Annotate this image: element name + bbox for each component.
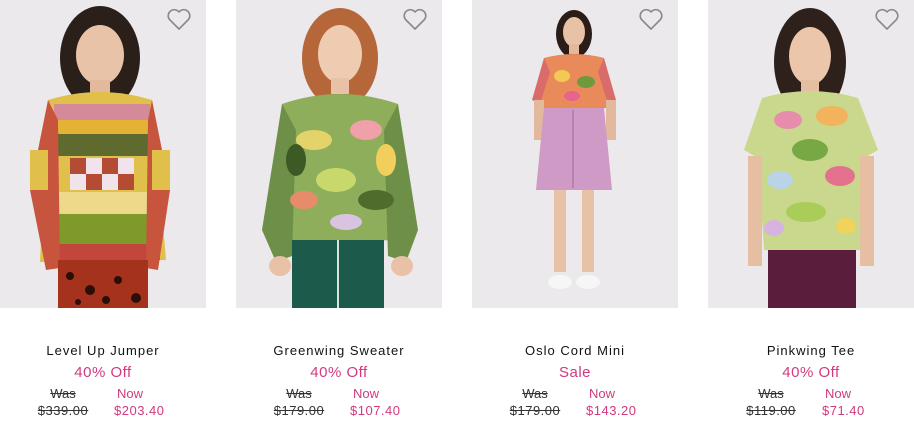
product-image[interactable]	[472, 0, 678, 308]
was-price: $179.00	[509, 403, 561, 418]
price-row: Was $339.00 Now $203.40	[0, 386, 206, 420]
product-name[interactable]: Pinkwing Tee	[708, 343, 914, 358]
was-price: $339.00	[37, 403, 89, 418]
product-name[interactable]: Oslo Cord Mini	[472, 343, 678, 358]
was-label: Was	[522, 386, 548, 401]
was-label: Was	[286, 386, 312, 401]
discount-label: 40% Off	[310, 364, 368, 381]
was-label: Was	[50, 386, 76, 401]
now-label: Now	[589, 386, 616, 401]
now-price: $203.40	[114, 403, 165, 418]
was-label: Was	[758, 386, 784, 401]
wishlist-heart-icon[interactable]	[874, 7, 900, 31]
wishlist-heart-icon[interactable]	[166, 7, 192, 31]
now-label: Now	[825, 386, 852, 401]
now-label: Now	[117, 386, 144, 401]
product-name[interactable]: Level Up Jumper	[0, 343, 206, 358]
price-row: Was $119.00 Now $71.40	[708, 386, 914, 420]
product-image[interactable]	[236, 0, 442, 308]
product-card-oslo-cord-mini[interactable]: Oslo Cord Mini Sale Was $179.00 Now $143…	[472, 0, 678, 422]
now-price: $143.20	[586, 403, 637, 418]
was-price: $179.00	[273, 403, 325, 418]
product-card-pinkwing-tee[interactable]: Pinkwing Tee 40% Off Was $119.00 Now $71…	[708, 0, 914, 422]
product-card-greenwing-sweater[interactable]: Greenwing Sweater 40% Off Was $179.00 No…	[236, 0, 442, 422]
discount-label: 40% Off	[74, 364, 132, 381]
wishlist-heart-icon[interactable]	[402, 7, 428, 31]
was-price: $119.00	[746, 403, 796, 418]
product-image[interactable]	[0, 0, 206, 308]
price-row: Was $179.00 Now $143.20	[472, 386, 678, 420]
wishlist-heart-icon[interactable]	[638, 7, 664, 31]
discount-label: 40% Off	[782, 364, 840, 381]
discount-label: Sale	[558, 364, 592, 381]
product-image[interactable]	[708, 0, 914, 308]
product-grid: Level Up Jumper 40% Off Was $339.00 Now …	[0, 0, 914, 422]
product-card-level-up-jumper[interactable]: Level Up Jumper 40% Off Was $339.00 Now …	[0, 0, 206, 422]
now-price: $107.40	[350, 403, 401, 418]
product-name[interactable]: Greenwing Sweater	[236, 343, 442, 358]
price-row: Was $179.00 Now $107.40	[236, 386, 442, 420]
now-label: Now	[353, 386, 380, 401]
now-price: $71.40	[822, 403, 865, 418]
